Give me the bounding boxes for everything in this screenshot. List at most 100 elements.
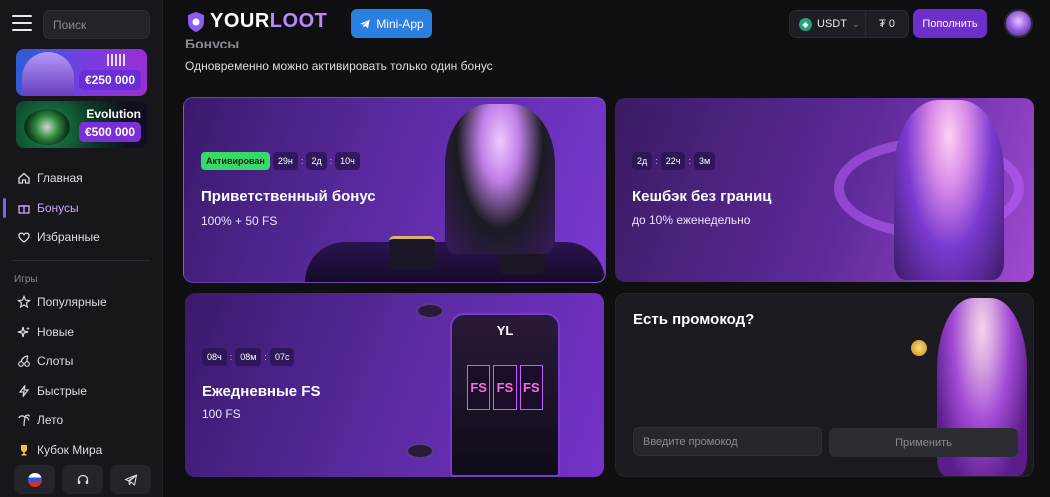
telegram-icon (124, 473, 137, 486)
app-root: €250 000 Evolution €500 000 Главная Бону… (0, 0, 1050, 497)
chip-image (406, 443, 434, 459)
slot-logo: YL (496, 323, 514, 338)
language-button[interactable] (14, 465, 55, 494)
page-subtitle: Одновременно можно активировать только о… (185, 59, 493, 73)
sidebar-item-fast[interactable]: Быстрые (0, 377, 163, 405)
currency-label: USDT (817, 18, 847, 30)
sidebar: €250 000 Evolution €500 000 Главная Бону… (0, 0, 163, 497)
apply-button[interactable]: Применить (829, 428, 1018, 457)
currency-select[interactable]: ◆ USDT ⌄ (790, 17, 865, 31)
search-input[interactable] (43, 10, 150, 39)
roulette-image (24, 109, 70, 145)
bag-image (389, 236, 435, 270)
character-image (894, 100, 1004, 280)
timer-separator: : (688, 156, 691, 166)
sidebar-item-label: Новые (37, 325, 75, 339)
bonus-timer: Активирован 29н : 2д : 10ч (201, 152, 360, 170)
deposit-button[interactable]: Пополнить (913, 9, 987, 38)
sparkle-icon (17, 325, 31, 339)
sidebar-item-label: Главная (37, 171, 83, 185)
card-subtitle: 100% + 50 FS (201, 214, 278, 228)
coin-image (911, 340, 927, 356)
star-icon (17, 295, 31, 309)
avatar[interactable] (1004, 9, 1033, 38)
chip-image (416, 303, 444, 319)
slot-reel: FS (519, 365, 543, 410)
character-image (445, 104, 555, 254)
bonus-icon (17, 201, 31, 215)
promo-character-image (22, 52, 74, 96)
lightning-icon (17, 384, 31, 398)
sidebar-item-world-cup[interactable]: Кубок Мира (0, 436, 163, 464)
timer-separator: : (264, 352, 267, 362)
chevron-down-icon: ⌄ (851, 18, 860, 29)
sidebar-item-label: Бонусы (37, 201, 79, 215)
timer-segment: 08м (235, 348, 262, 366)
slot-reels: FS FS FS (467, 365, 543, 410)
promo-banner-2[interactable]: Evolution €500 000 (16, 101, 147, 148)
sidebar-item-label: Избранные (37, 230, 100, 244)
russia-flag-icon (27, 472, 42, 487)
sidebar-item-label: Кубок Мира (37, 443, 103, 457)
sidebar-item-favorites[interactable]: Избранные (0, 223, 163, 251)
sidebar-item-label: Быстрые (37, 384, 87, 398)
bonus-card-daily-fs[interactable]: YL FS FS FS 08ч : 08м : 07с Ежедневные F… (185, 293, 604, 477)
bonus-timer: 08ч : 08м : 07с (202, 348, 295, 366)
games-section-label: Игры (14, 274, 38, 285)
sidebar-item-slots[interactable]: Слоты (0, 347, 163, 375)
timer-segment: 2д (306, 152, 327, 170)
bonus-card-cashback[interactable]: 2д : 22ч : 3м Кешбэк без границ до 10% е… (615, 98, 1034, 282)
sidebar-item-summer[interactable]: Лето (0, 406, 163, 434)
promo-brand: Evolution (86, 107, 141, 121)
sidebar-item-home[interactable]: Главная (0, 164, 163, 192)
sidebar-item-new[interactable]: Новые (0, 318, 163, 346)
promo-code-input[interactable] (633, 427, 822, 456)
bonus-card-welcome[interactable]: Активирован 29н : 2д : 10ч Приветственны… (183, 97, 606, 283)
sidebar-item-popular[interactable]: Популярные (0, 288, 163, 316)
shield-logo-icon (188, 11, 204, 32)
timer-segment: 29н (272, 152, 298, 170)
promo-logo-icon (107, 54, 125, 66)
promo-banner-1[interactable]: €250 000 (16, 49, 147, 96)
balance-value: ₮ 0 (879, 18, 895, 30)
top-header: YOURLOOT Mini-App ◆ USDT ⌄ ₮ 0 Пополнить (164, 0, 1050, 46)
slot-reel: FS (493, 365, 517, 410)
timer-segment: 08ч (202, 348, 227, 366)
sidebar-item-label: Слоты (37, 354, 74, 368)
slot-machine-image: YL FS FS FS (450, 313, 560, 477)
sidebar-bottom-buttons (14, 465, 151, 494)
status-badge: Активирован (201, 152, 270, 170)
card-subtitle: 100 FS (202, 407, 241, 421)
timer-segment: 22ч (660, 152, 686, 170)
promo-code-card: Есть промокод? Применить (615, 293, 1034, 477)
timer-separator: : (300, 156, 304, 166)
menu-icon[interactable] (12, 15, 32, 31)
telegram-button[interactable] (110, 465, 151, 494)
trophy-icon (17, 443, 31, 457)
sidebar-item-label: Лето (37, 413, 64, 427)
sidebar-item-bonuses[interactable]: Бонусы (0, 194, 163, 222)
timer-segment: 10ч (335, 152, 360, 170)
card-subtitle: до 10% еженедельно (632, 213, 751, 227)
heart-icon (17, 230, 31, 244)
home-icon (17, 171, 31, 185)
promo-amount: €250 000 (78, 70, 141, 90)
card-title: Ежедневные FS (202, 383, 321, 400)
wallet-widget[interactable]: ◆ USDT ⌄ ₮ 0 (789, 10, 909, 38)
promo-amount: €500 000 (78, 122, 141, 142)
card-title: Кешбэк без границ (632, 188, 772, 205)
sidebar-divider (12, 260, 150, 261)
mini-app-button[interactable]: Mini-App (351, 9, 432, 38)
support-button[interactable] (62, 465, 103, 494)
timer-separator: : (655, 156, 658, 166)
site-logo[interactable]: YOURLOOT (186, 10, 327, 33)
page-title: Бонусы (185, 36, 240, 48)
card-title: Приветственный бонус (201, 188, 376, 205)
timer-segment: 2д (632, 152, 653, 170)
cherry-icon (17, 354, 31, 368)
timer-segment: 07с (269, 348, 295, 366)
sidebar-item-label: Популярные (37, 295, 107, 309)
telegram-icon (360, 19, 371, 28)
palm-icon (17, 413, 31, 427)
usdt-icon: ◆ (799, 17, 812, 31)
